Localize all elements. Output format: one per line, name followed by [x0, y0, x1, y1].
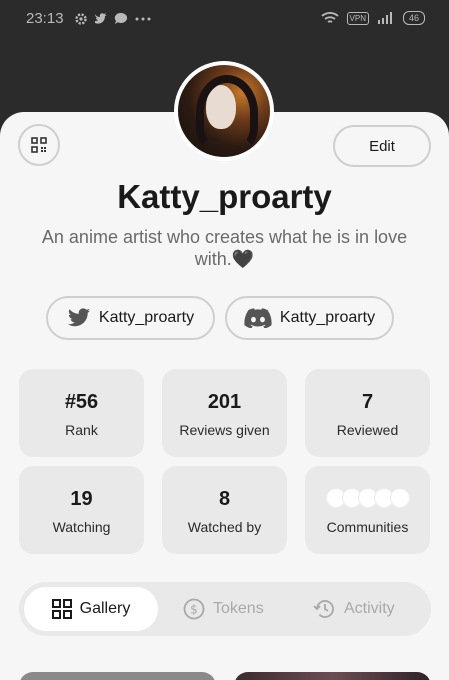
- stat-value: 8: [218, 488, 231, 510]
- avatar[interactable]: [174, 61, 274, 161]
- discord-link-button[interactable]: Katty_proarty: [225, 296, 394, 340]
- stat-label: Reviews given: [179, 422, 270, 438]
- tab-label: Activity: [344, 600, 395, 617]
- twitter-link-button[interactable]: Katty_proarty: [46, 296, 215, 340]
- qr-code-button[interactable]: [18, 124, 60, 166]
- edit-profile-button[interactable]: Edit: [333, 125, 431, 167]
- stat-value: 7: [361, 391, 374, 413]
- discord-handle: Katty_proarty: [279, 309, 376, 326]
- community-avatar: [390, 488, 410, 508]
- username: Katty_proarty: [117, 178, 332, 215]
- tab-activity[interactable]: Activity: [312, 587, 395, 631]
- dollar-icon: $: [183, 598, 205, 620]
- status-bar: 23:13 VPN 46: [0, 0, 449, 40]
- stat-reviews-given[interactable]: 201 Reviews given: [162, 369, 287, 457]
- qr-code-icon: [31, 137, 47, 153]
- community-avatars: [326, 488, 410, 508]
- stat-label: Reviewed: [336, 422, 399, 438]
- profile-tabs: Gallery $ Tokens Activity: [19, 582, 431, 636]
- stat-label: Communities: [326, 519, 409, 535]
- tab-gallery[interactable]: Gallery: [24, 587, 158, 631]
- stat-watched-by[interactable]: 8 Watched by: [162, 466, 287, 554]
- status-time: 23:13: [26, 10, 64, 27]
- stat-watching[interactable]: 19 Watching: [19, 466, 144, 554]
- stat-value: #56: [64, 391, 99, 413]
- bio: An anime artist who creates what he is i…: [41, 227, 408, 269]
- gallery-thumbnail[interactable]: [234, 672, 431, 680]
- battery-indicator: 46: [402, 11, 425, 25]
- twitter-status-icon: [95, 13, 107, 24]
- discord-icon: [244, 308, 272, 328]
- stat-label: Rank: [65, 422, 98, 438]
- history-icon: [313, 600, 334, 618]
- twitter-handle: Katty_proarty: [98, 309, 195, 326]
- more-notifications-icon: [135, 17, 151, 21]
- twitter-icon: [67, 308, 90, 327]
- gallery-thumbnail[interactable]: [19, 672, 216, 680]
- stat-value: 201: [207, 391, 242, 413]
- tab-label: Tokens: [213, 600, 264, 617]
- vpn-badge: VPN: [346, 11, 369, 25]
- svg-text:$: $: [190, 603, 198, 617]
- chat-status-icon: [114, 12, 128, 24]
- stat-value: 19: [70, 488, 93, 510]
- wifi-icon: [320, 12, 339, 23]
- tab-label: Gallery: [79, 600, 131, 617]
- stat-rank[interactable]: #56 Rank: [19, 369, 144, 457]
- stat-label: Watched by: [187, 519, 262, 535]
- grid-icon: [51, 599, 72, 619]
- stat-label: Watching: [52, 519, 111, 535]
- avatar-image: [178, 65, 270, 157]
- settings-icon: [75, 13, 87, 25]
- signal-icon: [377, 12, 392, 24]
- stat-reviewed[interactable]: 7 Reviewed: [305, 369, 430, 457]
- stat-communities[interactable]: Communities: [305, 466, 430, 554]
- tab-tokens[interactable]: $ Tokens: [183, 587, 264, 631]
